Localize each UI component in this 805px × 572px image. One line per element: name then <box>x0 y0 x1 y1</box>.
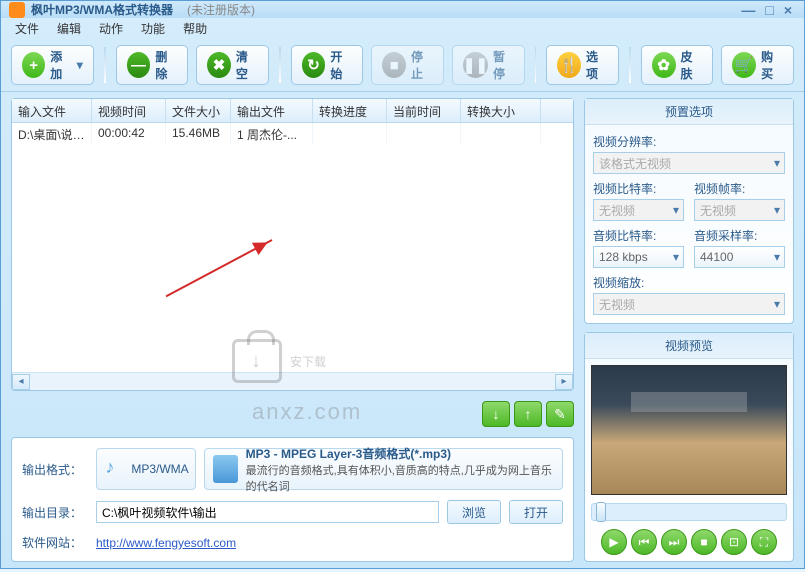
move-down-button[interactable]: ↓ <box>482 401 510 427</box>
col-size[interactable]: 文件大小 <box>166 99 231 122</box>
menu-edit[interactable]: 编辑 <box>49 18 89 39</box>
open-button[interactable]: 打开 <box>509 500 563 524</box>
minus-icon: — <box>127 52 151 78</box>
browse-button[interactable]: 浏览 <box>447 500 501 524</box>
outdir-input[interactable] <box>96 501 439 523</box>
snapshot-button[interactable]: ⊡ <box>721 529 747 555</box>
menu-action[interactable]: 动作 <box>91 18 131 39</box>
preview-panel: 视频预览 ▶ ⏮ ⏭ ■ ⊡ ⛶ <box>584 332 794 562</box>
tools-icon: 🍴 <box>557 52 581 78</box>
menu-function[interactable]: 功能 <box>133 18 173 39</box>
output-panel: 输出格式： MP3/WMA MP3 - MPEG Layer-3音频格式(*.m… <box>11 437 574 562</box>
website-label: 软件网站： <box>22 534 88 551</box>
pause-button[interactable]: ❚❚暂停 <box>452 45 525 85</box>
edit-button[interactable]: ✎ <box>546 401 574 427</box>
vres-select[interactable]: 该格式无视频 <box>593 152 785 174</box>
music-note-icon <box>103 457 127 481</box>
scroll-left-icon[interactable]: ◂ <box>12 374 30 390</box>
vbit-label: 视频比特率: <box>593 180 684 197</box>
minimize-button[interactable]: — <box>741 2 755 18</box>
col-output[interactable]: 输出文件 <box>231 99 313 122</box>
vzoom-label: 视频缩放: <box>593 274 785 291</box>
play-button[interactable]: ▶ <box>601 529 627 555</box>
list-actions: ↓ ↑ ✎ <box>11 399 574 429</box>
refresh-icon: ↻ <box>302 52 326 78</box>
preset-panel: 预置选项 视频分辨率: 该格式无视频 视频比特率: 无视频 视频帧率: 无视频 音频比… <box>584 98 794 324</box>
app-title: 枫叶MP3/WMA格式转换器 <box>31 1 173 18</box>
menu-bar: 文件 编辑 动作 功能 帮助 <box>1 18 804 39</box>
vres-label: 视频分辨率: <box>593 133 785 150</box>
preset-title: 预置选项 <box>585 99 793 125</box>
format-type-icon <box>213 455 238 483</box>
stop-preview-button[interactable]: ■ <box>691 529 717 555</box>
toolbar: +添加▾ —删除 ✖清空 ↻开始 ■停止 ❚❚暂停 🍴选项 ✿皮肤 🛒购买 <box>1 39 804 92</box>
fullscreen-button[interactable]: ⛶ <box>751 529 777 555</box>
stop-button[interactable]: ■停止 <box>371 45 444 85</box>
format-label: 输出格式： <box>22 461 88 478</box>
vfps-select[interactable]: 无视频 <box>694 199 785 221</box>
menu-file[interactable]: 文件 <box>7 18 47 39</box>
next-button[interactable]: ⏭ <box>661 529 687 555</box>
col-outsize[interactable]: 转换大小 <box>461 99 541 122</box>
pause-icon: ❚❚ <box>463 52 488 78</box>
add-button[interactable]: +添加▾ <box>11 45 94 85</box>
clear-icon: ✖ <box>207 52 231 78</box>
outdir-label: 输出目录： <box>22 504 88 521</box>
prev-button[interactable]: ⏮ <box>631 529 657 555</box>
grid-header: 输入文件 视频时间 文件大小 输出文件 转换进度 当前时间 转换大小 <box>12 99 573 123</box>
vfps-label: 视频帧率: <box>694 180 785 197</box>
vzoom-select[interactable]: 无视频 <box>593 293 785 315</box>
plus-icon: + <box>22 52 45 78</box>
start-button[interactable]: ↻开始 <box>291 45 364 85</box>
scroll-right-icon[interactable]: ▸ <box>555 374 573 390</box>
col-duration[interactable]: 视频时间 <box>92 99 166 122</box>
apple-icon: ✿ <box>652 52 676 78</box>
maximize-button[interactable]: □ <box>765 2 773 18</box>
abit-label: 音频比特率: <box>593 227 684 244</box>
app-subtitle: (未注册版本) <box>187 1 255 18</box>
cart-icon: 🛒 <box>732 52 756 78</box>
col-time[interactable]: 当前时间 <box>387 99 461 122</box>
format-selector[interactable]: MP3/WMA <box>96 448 196 490</box>
table-row[interactable]: D:\桌面\说明... 00:00:42 15.46MB 1 周杰伦-... <box>12 123 573 145</box>
clear-button[interactable]: ✖清空 <box>196 45 269 85</box>
delete-button[interactable]: —删除 <box>116 45 189 85</box>
preview-title: 视频预览 <box>585 333 793 359</box>
slider-thumb[interactable] <box>596 502 606 522</box>
col-progress[interactable]: 转换进度 <box>313 99 387 122</box>
h-scrollbar[interactable]: ◂ ▸ <box>12 372 573 390</box>
move-up-button[interactable]: ↑ <box>514 401 542 427</box>
arate-label: 音频采样率: <box>694 227 785 244</box>
vbit-select[interactable]: 无视频 <box>593 199 684 221</box>
close-button[interactable]: × <box>784 2 792 18</box>
buy-button[interactable]: 🛒购买 <box>721 45 794 85</box>
menu-help[interactable]: 帮助 <box>175 18 215 39</box>
skin-button[interactable]: ✿皮肤 <box>641 45 714 85</box>
abit-select[interactable]: 128 kbps <box>593 246 684 268</box>
title-bar: 枫叶MP3/WMA格式转换器 (未注册版本) — □ × <box>1 1 804 18</box>
file-grid: 输入文件 视频时间 文件大小 输出文件 转换进度 当前时间 转换大小 D:\桌面… <box>11 98 574 391</box>
chevron-down-icon: ▾ <box>77 58 83 72</box>
options-button[interactable]: 🍴选项 <box>546 45 619 85</box>
col-input[interactable]: 输入文件 <box>12 99 92 122</box>
format-description: MP3 - MPEG Layer-3音频格式(*.mp3) 最流行的音频格式,具… <box>204 448 563 490</box>
preview-slider[interactable] <box>591 503 787 521</box>
app-logo-icon <box>9 2 25 18</box>
stop-icon: ■ <box>382 52 406 78</box>
arate-select[interactable]: 44100 <box>694 246 785 268</box>
preview-video[interactable] <box>591 365 787 495</box>
website-link[interactable]: http://www.fengyesoft.com <box>96 536 236 550</box>
